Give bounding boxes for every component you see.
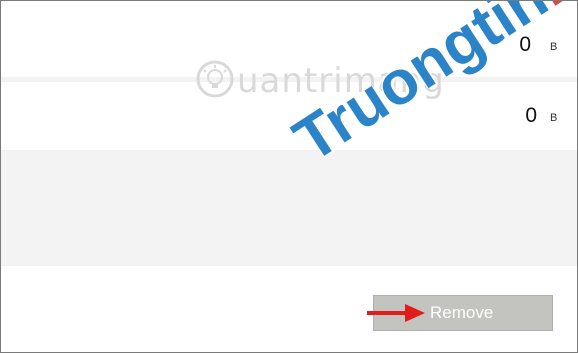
lightbulb-logo-icon	[196, 60, 234, 98]
action-bar: Remove	[1, 266, 577, 352]
red-arrow-icon	[367, 304, 425, 322]
empty-list-area	[1, 150, 577, 266]
dialog-frame: 0 B 0 B Remove uantrimang Truongtin.top	[0, 0, 578, 353]
size-unit: B	[550, 112, 558, 124]
size-value: 0	[525, 104, 537, 127]
size-unit: B	[550, 41, 558, 53]
